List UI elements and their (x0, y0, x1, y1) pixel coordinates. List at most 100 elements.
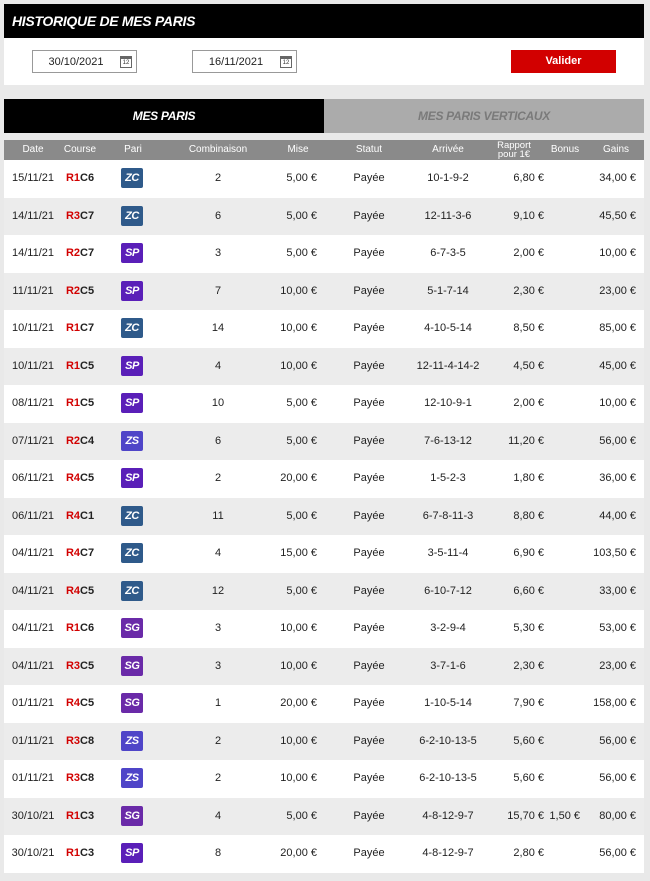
course-reunion: R4 (65, 547, 80, 559)
cell-arrivee: 1-10-5-14 (424, 697, 472, 709)
table-row[interactable]: 07/11/21 R2C4 ZS 6 5,00 € Payée 7-6-13-12 11,20… (4, 422, 644, 461)
cell-course[interactable]: R4C5 (62, 685, 98, 723)
course-number: C5 (80, 472, 95, 484)
cell-mise: 5,00 € (286, 209, 317, 222)
cell-course[interactable]: R1C3 (62, 835, 98, 873)
cell-statut: Payée (353, 847, 385, 859)
cell-combinaison: 4 (214, 809, 222, 822)
table-row[interactable]: 04/11/21 R3C5 SG 3 10,00 € Payée 3-7-1-6 2,30 €… (4, 647, 644, 686)
table-row[interactable]: 10/11/21 R1C7 ZC 14 10,00 € Payée 4-10-5-14 8,5… (4, 310, 644, 348)
cell-pari: ZC (121, 198, 145, 236)
cell-bonus: 1,50 € (549, 809, 580, 822)
cell-statut: Payée (353, 697, 385, 709)
cell-rapport: 5,30 € (513, 622, 544, 634)
cell-course[interactable]: R1C5 (62, 348, 98, 386)
cell-course[interactable]: R2C7 (62, 235, 98, 273)
table-header: Date Course Pari Combinaison Mise Statut… (4, 140, 644, 160)
cell-course[interactable]: R3C8 (62, 760, 98, 798)
course-number: C6 (80, 622, 95, 634)
header-rapport: Rapport pour 1€ (492, 141, 536, 161)
cell-course[interactable]: R4C7 (62, 535, 98, 573)
cell-course[interactable]: R3C5 (62, 648, 98, 686)
table-row[interactable]: 15/11/21 R1C6 ZC 2 5,00 € Payée 10-1-9-2 6,80 €… (4, 160, 644, 198)
cell-bonus (544, 648, 580, 686)
table-row[interactable]: 14/11/21 R2C7 SP 3 5,00 € Payée 6-7-3-5 2,00 € 1… (4, 235, 644, 273)
cell-mise: 5,00 € (286, 247, 317, 259)
page-title: HISTORIQUE DE MES PARIS (12, 13, 196, 29)
date-to-field[interactable]: 16/11/2021 12 (192, 50, 297, 73)
cell-gains: 34,00 € (599, 172, 636, 184)
cell-course[interactable]: R4C1 (62, 498, 98, 536)
cell-rapport: 2,00 € (513, 247, 544, 259)
table-row[interactable]: 06/11/21 R4C5 SP 2 20,00 € Payée 1-5-2-3 1,80 €… (4, 460, 644, 498)
cell-mise: 5,00 € (286, 434, 317, 447)
date-from-value: 30/10/2021 (48, 56, 104, 68)
cell-course[interactable]: R1C6 (62, 610, 98, 648)
table-row[interactable]: 08/11/21 R1C5 SP 10 5,00 € Payée 12-10-9-1 2,00… (4, 385, 644, 423)
cell-date: 04/11/21 (11, 659, 54, 672)
table-row[interactable]: 01/11/21 R3C8 ZS 2 10,00 € Payée 6-2-10-13-5 5,… (4, 722, 644, 761)
cell-statut: Payée (353, 584, 385, 597)
cell-combinaison: 6 (214, 209, 222, 222)
tab-mes-paris-verticaux[interactable]: MES PARIS VERTICAUX (324, 99, 644, 133)
table-row[interactable]: 04/11/21 R4C5 ZC 12 5,00 € Payée 6-10-7-12 6,60… (4, 572, 644, 611)
cell-course[interactable]: R4C5 (62, 573, 98, 611)
table-row[interactable]: 10/11/21 R1C5 SP 4 10,00 € Payée 12-11-4-14-2 4… (4, 347, 644, 386)
cell-course[interactable]: R1C7 (62, 310, 98, 348)
course-number: C5 (80, 284, 95, 297)
bet-type-badge: ZS (121, 430, 143, 451)
table-row[interactable]: 30/10/21 R1C3 SG 4 5,00 € Payée 4-8-12-9-7 15,7… (4, 797, 644, 836)
tab-mes-paris[interactable]: MES PARIS (4, 99, 324, 133)
cell-bonus (544, 385, 580, 423)
cell-gains: 53,00 € (599, 622, 636, 634)
cell-arrivee: 5-1-7-14 (427, 284, 469, 297)
cell-course[interactable]: R3C7 (62, 198, 98, 236)
cell-course[interactable]: R4C5 (62, 460, 98, 498)
course-reunion: R3 (65, 772, 80, 784)
cell-gains: 33,00 € (599, 584, 636, 597)
cell-course[interactable]: R1C5 (62, 385, 98, 423)
cell-date: 15/11/21 (11, 172, 54, 184)
cell-bonus (544, 498, 580, 536)
cell-combinaison: 2 (214, 172, 222, 184)
course-number: C3 (80, 847, 95, 859)
cell-rapport: 6,60 € (513, 584, 544, 597)
cell-pari: SP (121, 385, 145, 423)
cell-date: 14/11/21 (11, 209, 54, 222)
table-row[interactable]: 04/11/21 R4C7 ZC 4 15,00 € Payée 3-5-11-4 6,90 … (4, 535, 644, 573)
cell-course[interactable]: R1C3 (62, 798, 98, 836)
calendar-icon[interactable]: 12 (120, 56, 132, 68)
cell-arrivee: 3-5-11-4 (427, 547, 469, 559)
header-rapport-line2: pour 1€ (497, 149, 531, 160)
cell-date: 08/11/21 (11, 397, 54, 409)
cell-date: 30/10/21 (11, 847, 55, 859)
table-row[interactable]: 01/11/21 R4C5 SG 1 20,00 € Payée 1-10-5-14 7,90… (4, 685, 644, 723)
cell-gains: 45,00 € (599, 359, 636, 372)
cell-course[interactable]: R2C5 (62, 273, 98, 311)
table-row[interactable]: 14/11/21 R3C7 ZC 6 5,00 € Payée 12-11-3-6 9,10 … (4, 197, 644, 236)
bet-type-badge: SP (121, 280, 143, 301)
cell-course[interactable]: R2C4 (62, 423, 98, 461)
cell-arrivee: 4-8-12-9-7 (422, 847, 474, 859)
table-row[interactable]: 01/11/21 R3C8 ZS 2 10,00 € Payée 6-2-10-13-5 5,… (4, 760, 644, 798)
table-row[interactable]: 06/11/21 R4C1 ZC 11 5,00 € Payée 6-7-8-11-3 8,8… (4, 497, 644, 536)
bet-type-badge: SP (121, 393, 143, 413)
cell-course[interactable]: R1C6 (62, 160, 98, 198)
course-reunion: R1 (65, 397, 80, 409)
table-row[interactable]: 04/11/21 R1C6 SG 3 10,00 € Payée 3-2-9-4 5,30 €… (4, 610, 644, 648)
cell-statut: Payée (353, 809, 385, 822)
bet-type-badge: SP (121, 468, 143, 488)
cell-bonus (544, 235, 580, 273)
validate-button[interactable]: Valider (511, 50, 616, 73)
cell-course[interactable]: R3C8 (62, 723, 98, 761)
bet-type-badge: SP (121, 243, 143, 263)
cell-statut: Payée (353, 772, 385, 784)
cell-rapport: 2,30 € (513, 284, 544, 297)
course-reunion: R4 (65, 697, 80, 709)
cell-bonus (544, 310, 580, 348)
calendar-icon[interactable]: 12 (280, 56, 292, 68)
date-from-field[interactable]: 30/10/2021 12 (32, 50, 137, 73)
table-row[interactable]: 30/10/21 R1C3 SP 8 20,00 € Payée 4-8-12-9-7 2,8… (4, 835, 644, 873)
bet-type-badge: ZC (121, 318, 143, 338)
table-row[interactable]: 11/11/21 R2C5 SP 7 10,00 € Payée 5-1-7-14 2,30 … (4, 272, 644, 311)
